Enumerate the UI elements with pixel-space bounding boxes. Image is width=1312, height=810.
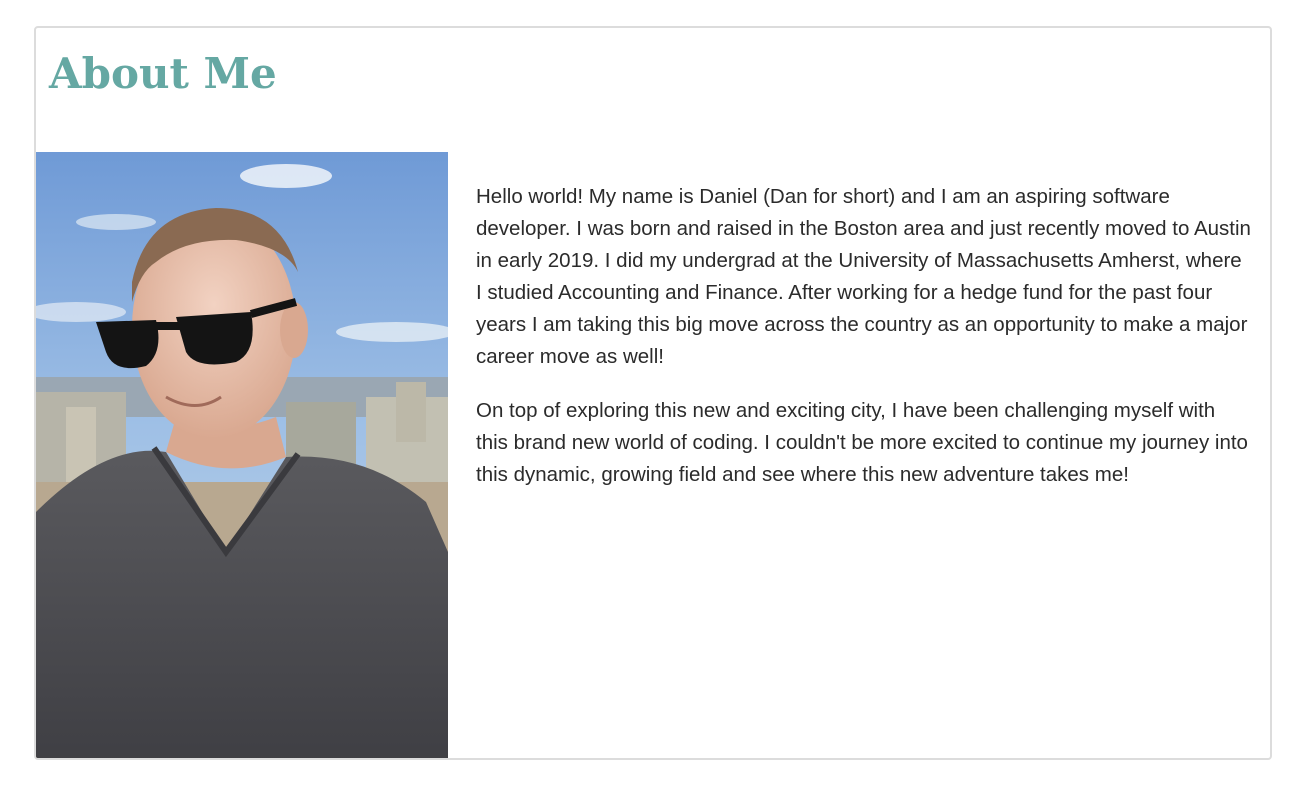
bio-paragraph-1: Hello world! My name is Daniel (Dan for … [476,185,1251,368]
portrait-photo-icon [36,152,448,758]
profile-photo [36,152,448,758]
bio-paragraph-2: On top of exploring this new and excitin… [476,399,1248,486]
about-card: About Me Hello world! My name is Daniel … [34,26,1272,760]
bio-text: Hello world! My name is Daniel (Dan for … [476,181,1252,513]
page-title: About Me [49,49,277,98]
